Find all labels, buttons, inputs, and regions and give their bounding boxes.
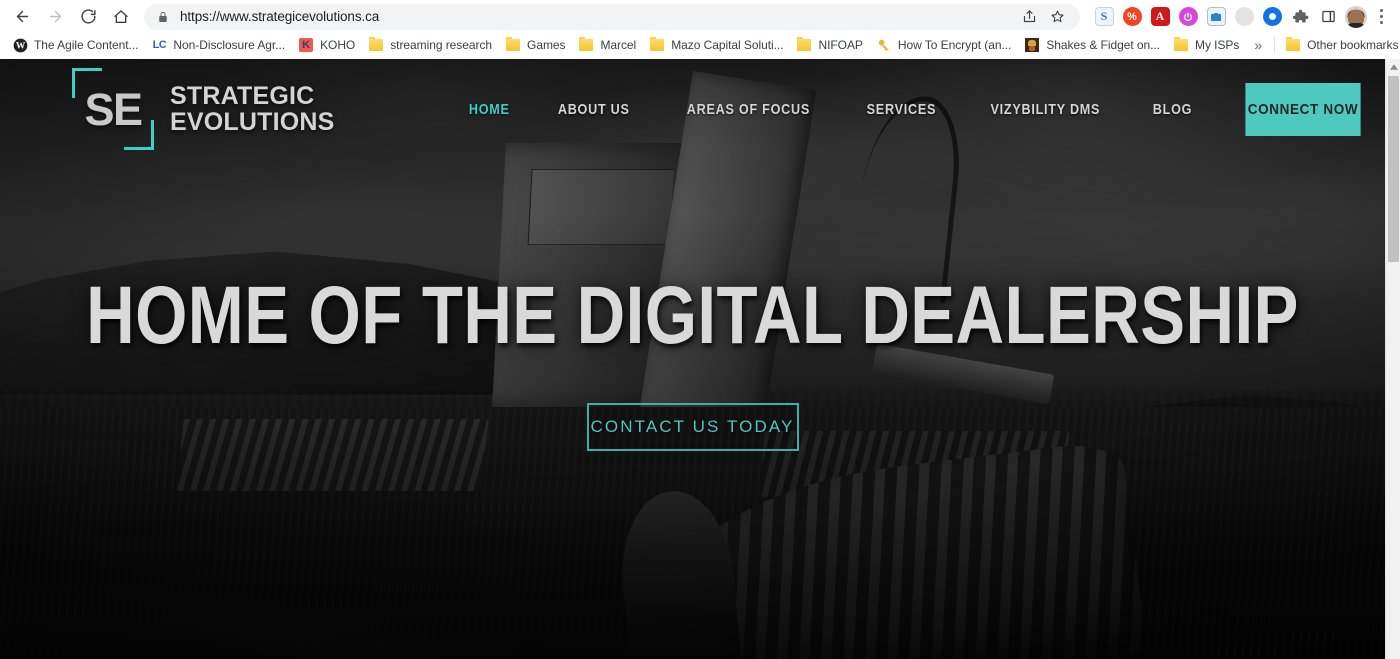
browser-window: https://www.strategicevolutions.ca S % A [0,0,1400,659]
bookmarks-bar: W The Agile Content... LC Non-Disclosure… [0,33,1400,58]
wordpress-icon: W [12,37,28,53]
puzzle-extensions-icon[interactable] [1286,3,1314,31]
bookmark-the-agile-content[interactable]: W The Agile Content... [6,35,145,55]
key-icon [876,37,892,53]
address-bar[interactable]: https://www.strategicevolutions.ca [144,3,1080,30]
forward-button[interactable] [41,3,69,31]
bookmark-koho[interactable]: K KOHO [292,35,362,55]
site-header: SE STRATEGIC EVOLUTIONS HOME ABOUT US AR… [0,59,1385,159]
folder-icon [578,36,594,53]
bookmark-label: My ISPs [1195,38,1240,52]
logo-wordmark: STRATEGIC EVOLUTIONS [170,81,335,136]
bookmark-label: NIFOAP [818,38,863,52]
scroll-up-arrow-icon[interactable] [1386,59,1400,74]
bookmark-games[interactable]: Games [499,35,572,55]
nav-item-areas-of-focus[interactable]: AREAS OF FOCUS [671,101,826,118]
scrollbar-thumb[interactable] [1388,76,1399,262]
nav-item-services[interactable]: SERVICES [850,101,951,118]
address-bar-url: https://www.strategicevolutions.ca [180,9,380,24]
folder-icon [368,36,384,53]
percent-extension-icon[interactable]: % [1118,3,1146,31]
share-icon[interactable] [1016,4,1042,30]
grey-swirl-icon[interactable] [1230,3,1258,31]
connect-now-button[interactable]: CONNECT NOW [1245,82,1361,136]
nav-item-home[interactable]: HOME [453,101,526,118]
nav-item-blog[interactable]: BLOG [1137,101,1208,118]
site-logo[interactable]: SE STRATEGIC EVOLUTIONS [72,68,335,150]
bookmark-label: Games [527,38,566,52]
folder-icon [1173,36,1189,53]
folder-icon [796,36,812,53]
avatar[interactable] [1342,3,1370,31]
lock-icon [157,11,169,23]
site-navigation: HOME ABOUT US AREAS OF FOCUS SERVICES VI… [446,59,1385,159]
kebab-menu-icon[interactable] [1370,3,1392,31]
koho-icon: K [298,37,314,53]
star-icon[interactable] [1044,4,1070,30]
svg-text:W: W [15,41,25,51]
contact-us-today-button[interactable]: CONTACT US TODAY [586,403,799,451]
bookmark-streaming-research[interactable]: streaming research [362,35,499,55]
browser-toolbar: https://www.strategicevolutions.ca S % A [0,0,1400,33]
bookmark-label: Marcel [600,38,637,52]
bookmark-how-to-encrypt[interactable]: How To Encrypt (an... [870,35,1018,55]
bookmark-nifoap[interactable]: NIFOAP [790,35,869,55]
folder-icon [649,36,665,53]
bookmark-shakes-and-fidget[interactable]: Shakes & Fidget on... [1018,35,1167,55]
blue-target-icon[interactable] [1258,3,1286,31]
folder-icon [505,36,521,53]
profile-avatar-image [1345,5,1367,28]
reload-button[interactable] [74,3,102,31]
page-scrollbar[interactable] [1385,59,1400,659]
logo-line-2: EVOLUTIONS [170,108,335,136]
bookmark-label: streaming research [390,38,493,52]
bookmark-label: The Agile Content... [34,38,139,52]
screenshot-extension-icon[interactable] [1202,3,1230,31]
other-bookmarks-label: Other bookmarks [1307,38,1399,52]
bookmarks-divider [1274,37,1276,53]
bookmark-non-disclosure-agreement[interactable]: LC Non-Disclosure Agr... [145,35,292,55]
other-bookmarks-button[interactable]: Other bookmarks [1279,35,1400,55]
bookmark-label: Mazo Capital Soluti... [671,38,784,52]
home-button[interactable] [107,3,135,31]
adobe-acrobat-icon[interactable]: A [1146,3,1174,31]
s-extension-icon[interactable]: S [1090,3,1118,31]
bookmark-label: Shakes & Fidget on... [1046,38,1160,52]
nav-item-about-us[interactable]: ABOUT US [542,101,646,118]
page-viewport: SE STRATEGIC EVOLUTIONS HOME ABOUT US AR… [0,59,1400,659]
extensions-tray: S % A [1086,3,1392,31]
nav-item-vizybility-dms[interactable]: VIZYBILITY DMS [975,101,1117,118]
omnibox-actions [1016,4,1070,30]
bookmark-label: KOHO [320,38,356,52]
hero-headline: HOME OF THE DIGITAL DEALERSHIP [86,270,1299,361]
logo-mark: SE [72,68,154,150]
bookmark-mazo-capital-solutions[interactable]: Mazo Capital Soluti... [643,35,790,55]
logo-line-1: STRATEGIC [170,81,315,110]
back-button[interactable] [8,3,36,31]
purple-power-icon[interactable] [1174,3,1202,31]
bookmark-marcel[interactable]: Marcel [572,35,643,55]
bookmark-label: How To Encrypt (an... [897,38,1012,52]
lc-text-icon: LC [152,39,167,51]
sidepanel-icon[interactable] [1314,3,1342,31]
bookmark-my-isps[interactable]: My ISPs [1167,35,1246,55]
shakes-fidget-icon [1024,37,1040,53]
folder-icon [1285,36,1301,53]
bookmark-label: Non-Disclosure Agr... [173,38,286,52]
bookmarks-overflow-button[interactable]: » [1246,37,1270,53]
